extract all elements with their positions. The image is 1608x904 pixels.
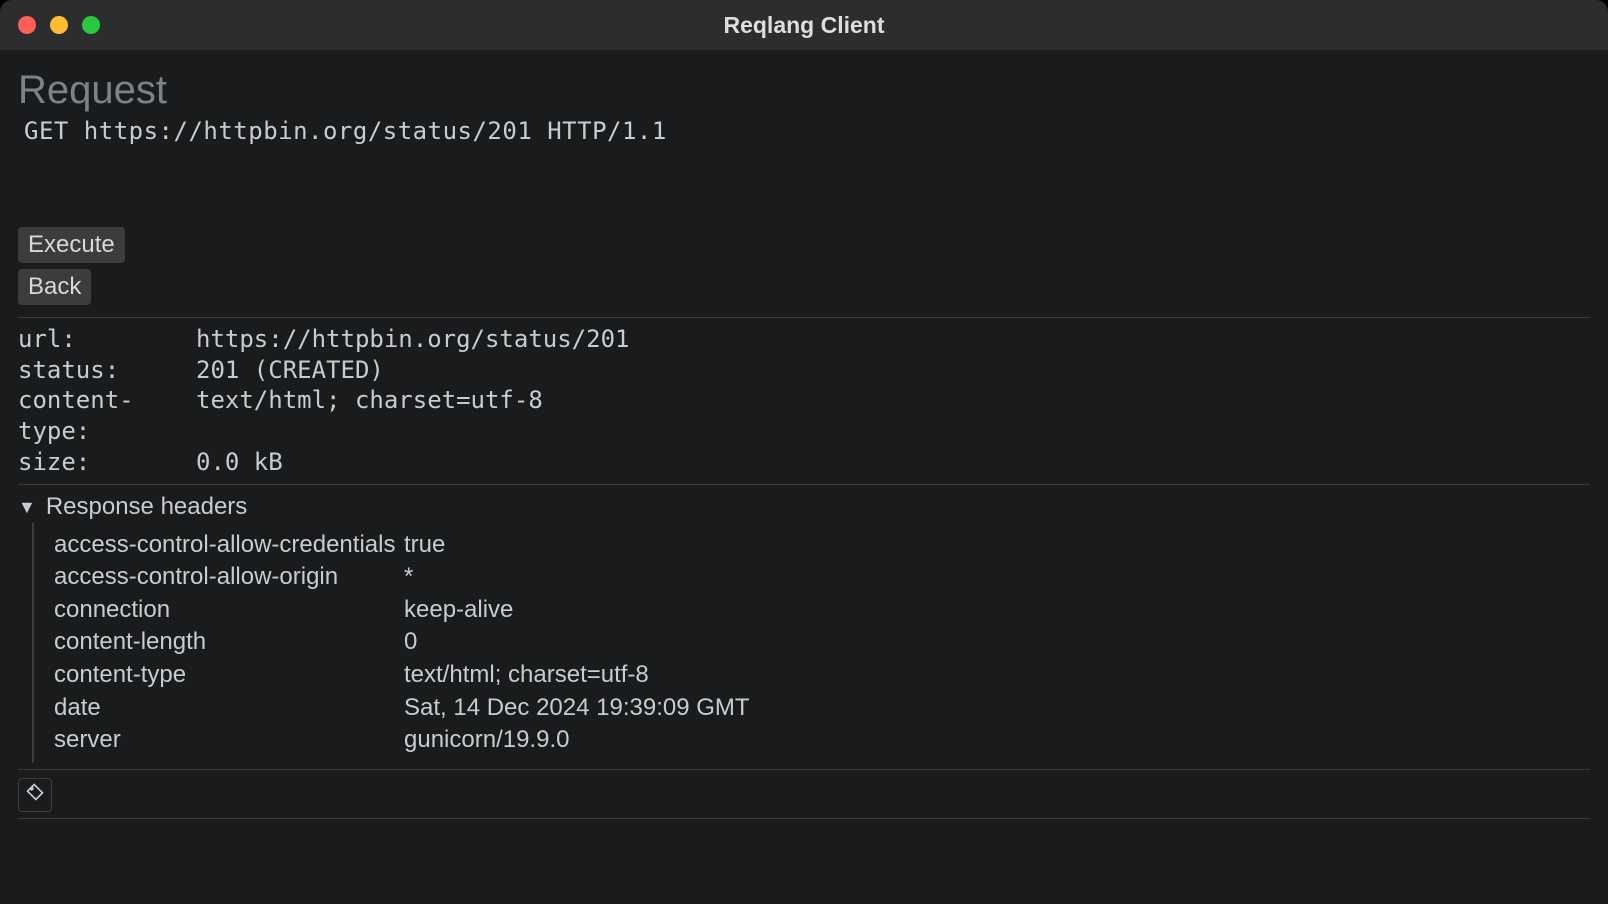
app-window: Reqlang Client Request GET https://httpb… <box>0 0 1608 904</box>
divider <box>18 317 1590 318</box>
summary-url-label: url: <box>18 324 196 355</box>
tag-button[interactable] <box>18 778 52 812</box>
response-headers-list: access-control-allow-credentialstrueacce… <box>32 523 1590 763</box>
header-key: server <box>54 724 404 757</box>
header-key: access-control-allow-origin <box>54 561 404 594</box>
header-key: content-length <box>54 626 404 659</box>
summary-status: status: 201 (CREATED) <box>18 355 1590 386</box>
execute-button[interactable]: Execute <box>18 227 125 263</box>
header-row: content-typetext/html; charset=utf-8 <box>54 659 1590 692</box>
action-buttons: Execute Back <box>18 227 1590 311</box>
header-value: keep-alive <box>404 594 513 627</box>
summary-content-type-label: content-type: <box>18 385 196 446</box>
header-key: connection <box>54 594 404 627</box>
summary-status-label: status: <box>18 355 196 386</box>
header-value: * <box>404 561 413 594</box>
header-key: access-control-allow-credentials <box>54 529 404 562</box>
minimize-window-button[interactable] <box>50 16 68 34</box>
header-key: date <box>54 692 404 725</box>
summary-content-type: content-type: text/html; charset=utf-8 <box>18 385 1590 446</box>
window-title: Reqlang Client <box>0 12 1608 39</box>
header-value: Sat, 14 Dec 2024 19:39:09 GMT <box>404 692 750 725</box>
header-row: access-control-allow-credentialstrue <box>54 529 1590 562</box>
header-row: servergunicorn/19.9.0 <box>54 724 1590 757</box>
summary-size-value: 0.0 kB <box>196 447 283 478</box>
divider <box>18 769 1590 770</box>
summary-size-label: size: <box>18 447 196 478</box>
header-row: access-control-allow-origin* <box>54 561 1590 594</box>
header-value: true <box>404 529 445 562</box>
page-title: Request <box>18 68 1590 113</box>
header-value: gunicorn/19.9.0 <box>404 724 569 757</box>
divider <box>18 818 1590 819</box>
summary-content-type-value: text/html; charset=utf-8 <box>196 385 543 446</box>
window-controls <box>0 16 100 34</box>
header-row: connectionkeep-alive <box>54 594 1590 627</box>
header-key: content-type <box>54 659 404 692</box>
header-row: dateSat, 14 Dec 2024 19:39:09 GMT <box>54 692 1590 725</box>
summary-url: url: https://httpbin.org/status/201 <box>18 324 1590 355</box>
response-headers-title: Response headers <box>46 493 247 521</box>
disclosure-triangle-icon: ▼ <box>18 497 36 518</box>
summary-status-value: 201 (CREATED) <box>196 355 384 386</box>
back-button[interactable]: Back <box>18 269 91 305</box>
close-window-button[interactable] <box>18 16 36 34</box>
response-summary: url: https://httpbin.org/status/201 stat… <box>18 324 1590 478</box>
zoom-window-button[interactable] <box>82 16 100 34</box>
response-headers-section: ▼ Response headers access-control-allow-… <box>18 491 1590 763</box>
summary-url-value: https://httpbin.org/status/201 <box>196 324 629 355</box>
header-value: 0 <box>404 626 417 659</box>
content-area: Request GET https://httpbin.org/status/2… <box>0 50 1608 819</box>
request-line: GET https://httpbin.org/status/201 HTTP/… <box>18 117 1590 145</box>
divider <box>18 484 1590 485</box>
header-value: text/html; charset=utf-8 <box>404 659 649 692</box>
summary-size: size: 0.0 kB <box>18 447 1590 478</box>
tag-icon <box>25 782 45 807</box>
titlebar: Reqlang Client <box>0 0 1608 50</box>
header-row: content-length0 <box>54 626 1590 659</box>
response-headers-toggle[interactable]: ▼ Response headers <box>18 491 1590 523</box>
